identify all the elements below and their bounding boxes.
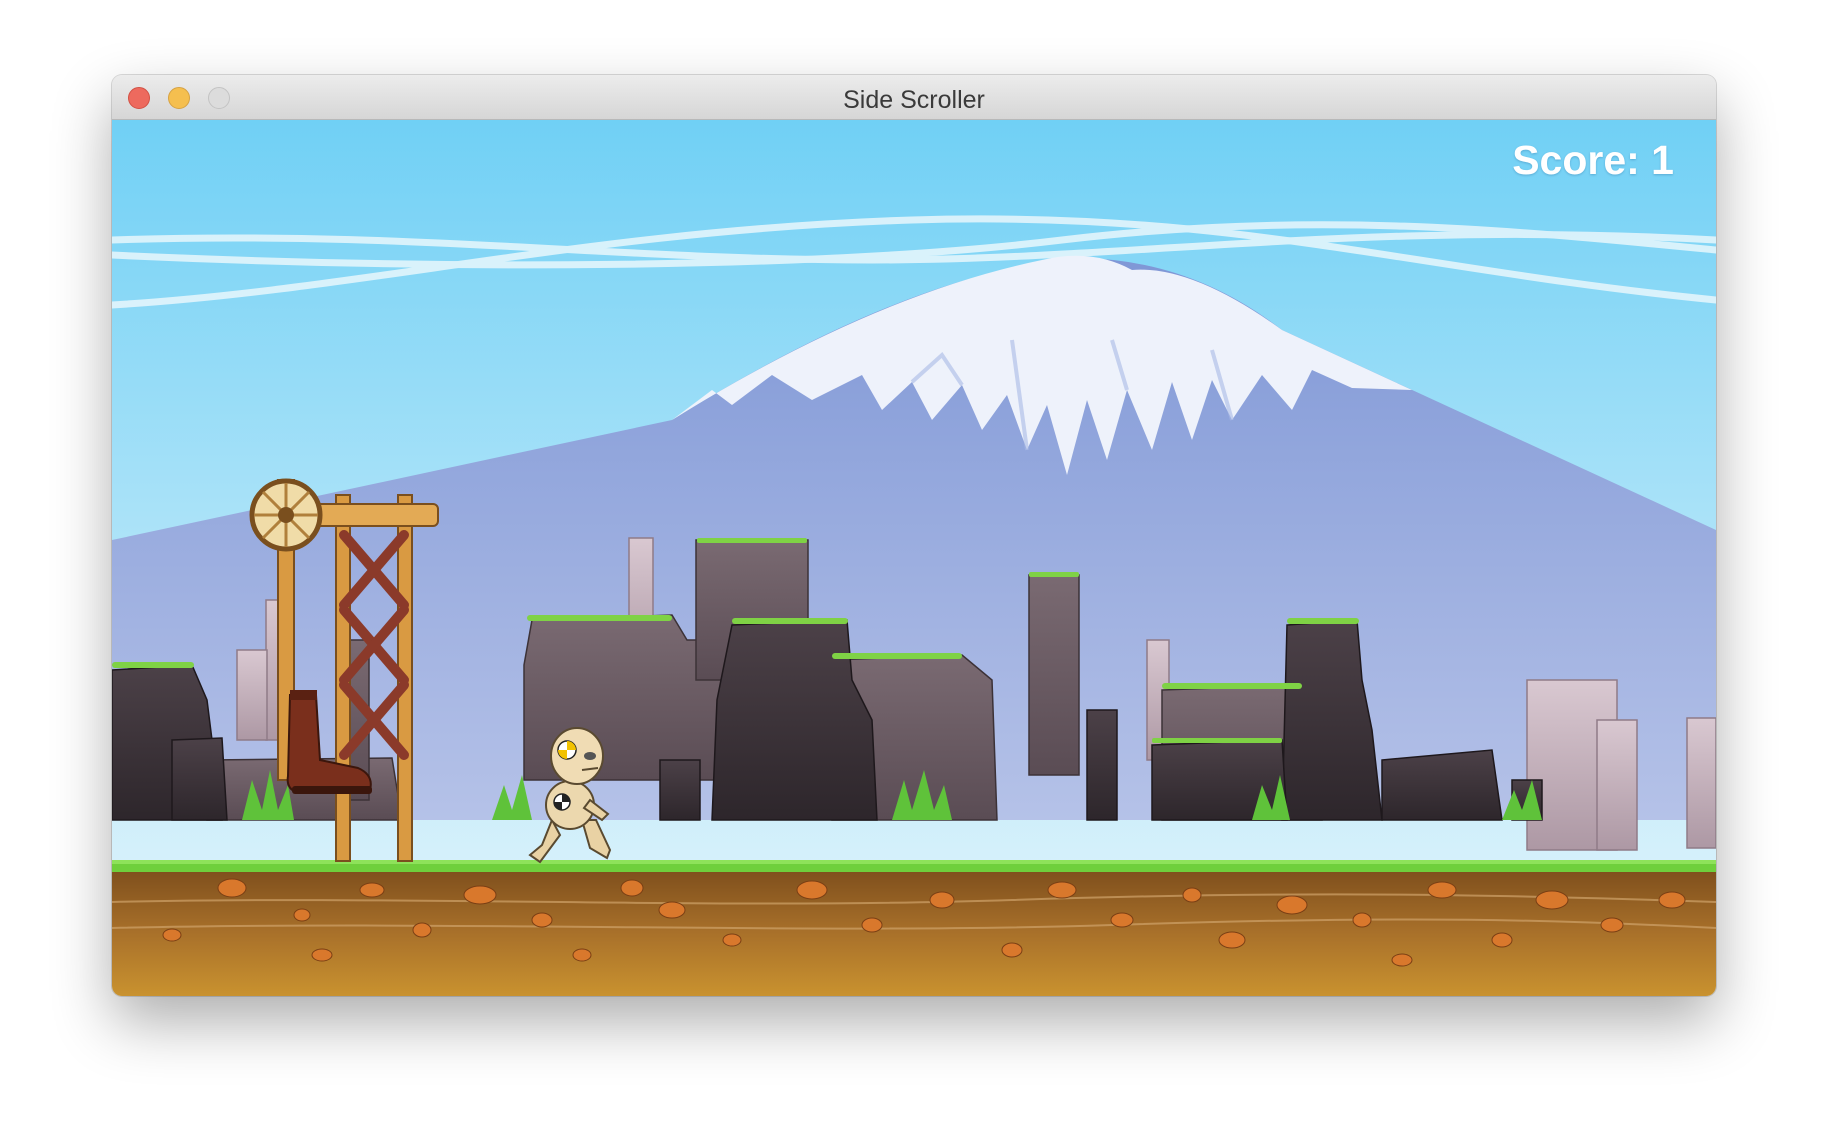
game-canvas[interactable]: Score: 1 xyxy=(112,120,1716,996)
game-window: Side Scroller Score: 1 xyxy=(112,75,1716,996)
score-label: Score: 1 xyxy=(1512,137,1674,183)
window-title: Side Scroller xyxy=(843,86,985,114)
title-bar: Side Scroller xyxy=(112,75,1716,120)
game-scene xyxy=(112,120,1716,996)
dirt-ground xyxy=(112,860,1716,996)
